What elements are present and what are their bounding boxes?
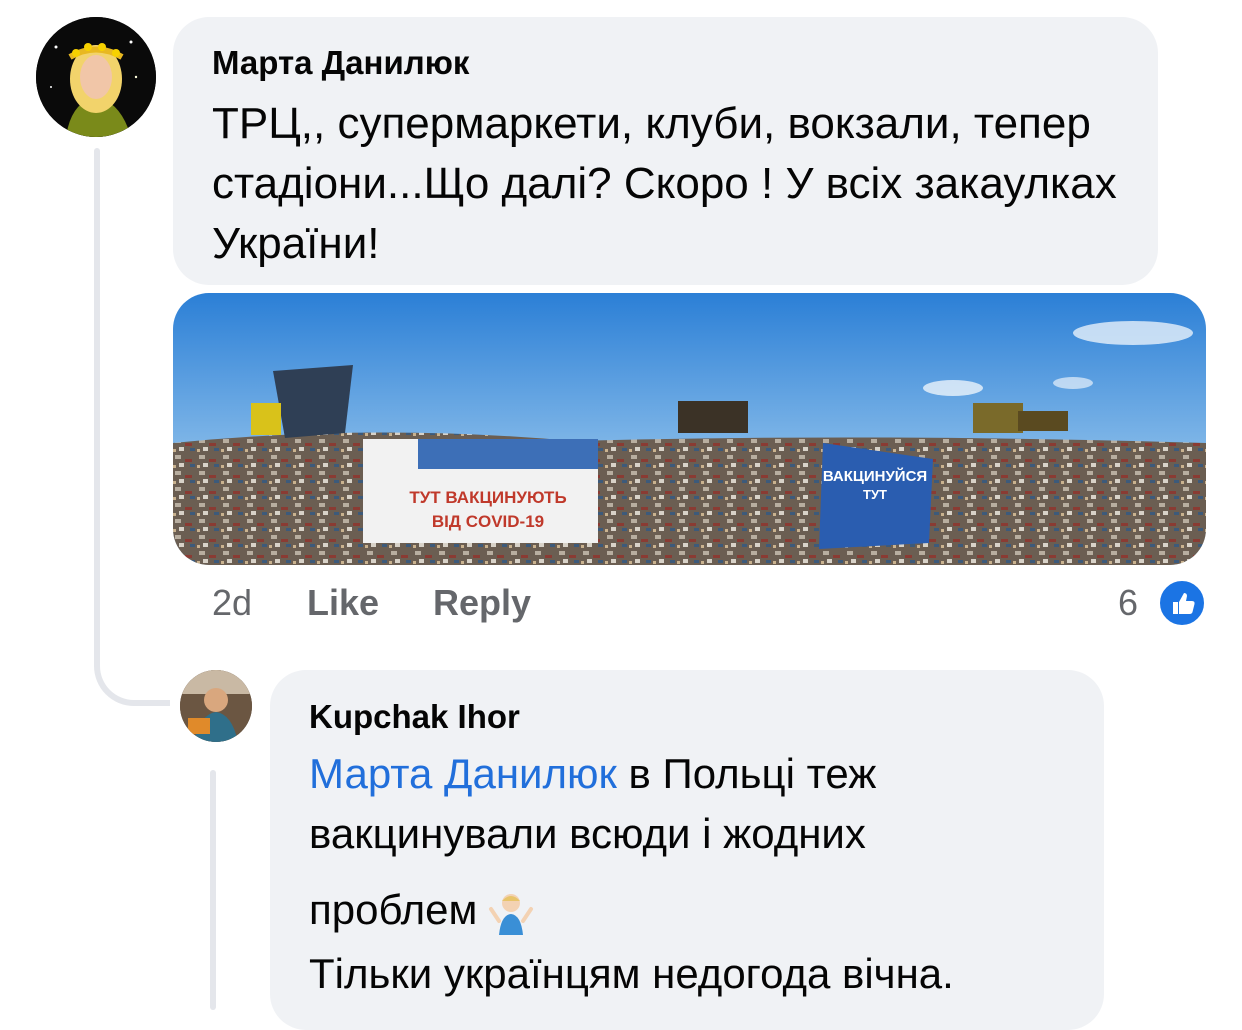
reply-connector bbox=[94, 620, 170, 706]
comment-image[interactable]: ТУТ ВАКЦИНУЮТЬ ВІД COVID-19 ВАКЦИНУЙСЯ Т… bbox=[173, 293, 1206, 565]
sign-right-line1: ВАКЦИНУЙСЯ bbox=[823, 467, 927, 485]
reply-text-line: Тільки українцям недогода вічна. bbox=[309, 950, 954, 997]
sign-right-line2: ТУТ bbox=[863, 487, 887, 502]
avatar[interactable] bbox=[36, 17, 156, 137]
person-shrugging-icon bbox=[487, 891, 535, 935]
comment-author[interactable]: Марта Данилюк bbox=[212, 44, 469, 82]
reply-author[interactable]: Kupchak Ihor bbox=[309, 698, 520, 736]
reply-button[interactable]: Reply bbox=[433, 582, 531, 624]
comment-text: ТРЦ,, супермаркети, клуби, вокзали, тепе… bbox=[212, 99, 1117, 268]
reply-text-line: Марта Данилюк в Польці теж bbox=[309, 746, 876, 802]
reply-thread-connector bbox=[210, 770, 216, 1010]
mention-link[interactable]: Марта Данилюк bbox=[309, 750, 617, 797]
comment-timestamp[interactable]: 2d bbox=[212, 582, 252, 624]
sign-left-line2: ВІД COVID-19 bbox=[432, 512, 544, 531]
avatar[interactable] bbox=[180, 670, 252, 742]
thumbs-up-icon[interactable] bbox=[1157, 578, 1207, 628]
reaction-count[interactable]: 6 bbox=[1118, 582, 1138, 624]
thread-connector bbox=[94, 148, 100, 668]
reply-text: проблем bbox=[309, 886, 478, 933]
reply-text: в Польці теж bbox=[616, 750, 877, 797]
reply-text-line: вакцинували всюди і жодних bbox=[309, 810, 866, 857]
sign-left-line1: ТУТ ВАКЦИНУЮТЬ bbox=[409, 488, 566, 507]
reply-text-line: проблем bbox=[309, 882, 535, 938]
like-button[interactable]: Like bbox=[307, 582, 379, 624]
